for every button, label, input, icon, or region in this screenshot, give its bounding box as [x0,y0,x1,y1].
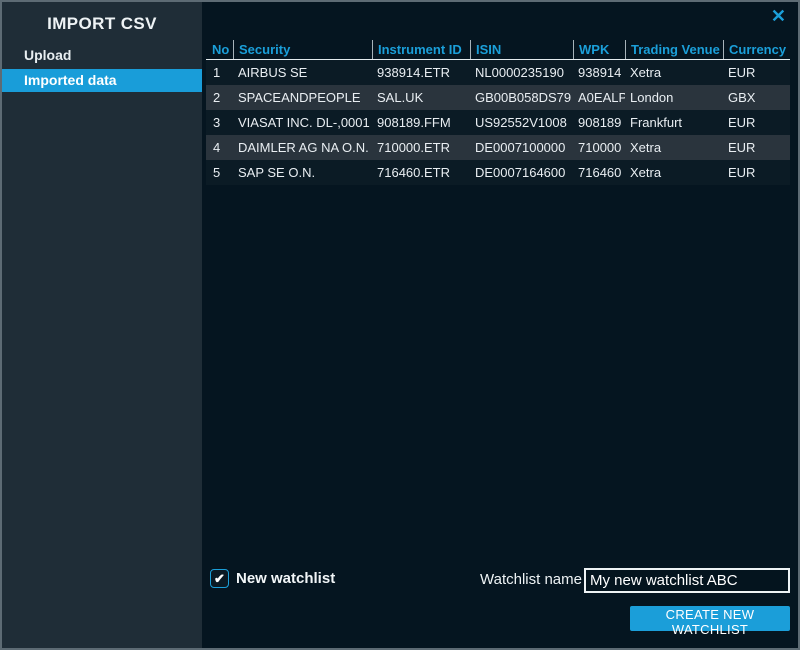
column-header-security: Security [233,40,372,59]
table-cell: EUR [723,110,790,135]
table-header-row: No Security Instrument ID ISIN WPK Tradi… [206,40,790,60]
table-cell: 3 [206,110,233,135]
table-cell: 710000.ETR [372,135,470,160]
table-cell: Frankfurt [625,110,723,135]
column-header-isin: ISIN [470,40,573,59]
table-cell: 908189.FFM [372,110,470,135]
table-cell: 716460.ETR [372,160,470,185]
table-cell: 710000 [573,135,625,160]
imported-data-table: No Security Instrument ID ISIN WPK Tradi… [206,40,790,185]
watchlist-name-input[interactable] [584,568,790,593]
table-cell: SAP SE O.N. [233,160,372,185]
table-cell: DAIMLER AG NA O.N. [233,135,372,160]
table-row: 5 SAP SE O.N. 716460.ETR DE0007164600 71… [206,160,790,185]
table-cell: 938914 [573,60,625,85]
table-cell: NL0000235190 [470,60,573,85]
table-cell: SAL.UK [372,85,470,110]
table-cell: GBX [723,85,790,110]
table-cell: SPACEANDPEOPLE [233,85,372,110]
table-row: 3 VIASAT INC. DL-,0001 908189.FFM US9255… [206,110,790,135]
table-row: 2 SPACEANDPEOPLE SAL.UK GB00B058DS79 A0E… [206,85,790,110]
table-cell: London [625,85,723,110]
table-cell: 716460 [573,160,625,185]
table-cell: 938914.ETR [372,60,470,85]
table-cell: A0EALP [573,85,625,110]
close-icon[interactable]: ✕ [771,7,786,25]
table-cell: Xetra [625,135,723,160]
table-row: 1 AIRBUS SE 938914.ETR NL0000235190 9389… [206,60,790,85]
create-new-watchlist-button[interactable]: CREATE NEW WATCHLIST [630,606,790,631]
table-cell: 2 [206,85,233,110]
sidebar-item-imported-data[interactable]: Imported data [2,69,202,92]
import-csv-dialog: IMPORT CSV Upload Imported data ✕ No Sec… [0,0,800,650]
column-header-trading-venue: Trading Venue [625,40,723,59]
watchlist-name-label: Watchlist name [458,571,582,588]
table-cell: EUR [723,60,790,85]
new-watchlist-label: New watchlist [236,570,335,587]
table-cell: EUR [723,135,790,160]
column-header-wpk: WPK [573,40,625,59]
checkmark-icon: ✔ [214,572,225,585]
sidebar-item-upload[interactable]: Upload [2,44,202,67]
column-header-instrument-id: Instrument ID [372,40,470,59]
table-cell: 5 [206,160,233,185]
table-cell: DE0007100000 [470,135,573,160]
table-cell: AIRBUS SE [233,60,372,85]
table-cell: VIASAT INC. DL-,0001 [233,110,372,135]
new-watchlist-checkbox[interactable]: ✔ [210,569,229,588]
table-cell: 908189 [573,110,625,135]
dialog-title: IMPORT CSV [2,14,202,34]
sidebar: IMPORT CSV Upload Imported data [2,2,202,648]
table-cell: GB00B058DS79 [470,85,573,110]
column-header-no: No [206,40,233,59]
table-cell: Xetra [625,60,723,85]
table-cell: EUR [723,160,790,185]
table-cell: DE0007164600 [470,160,573,185]
table-row: 4 DAIMLER AG NA O.N. 710000.ETR DE000710… [206,135,790,160]
table-cell: 4 [206,135,233,160]
main-panel: ✕ No Security Instrument ID ISIN WPK Tra… [202,2,798,648]
column-header-currency: Currency [723,40,790,59]
table-cell: Xetra [625,160,723,185]
table-cell: 1 [206,60,233,85]
table-cell: US92552V1008 [470,110,573,135]
